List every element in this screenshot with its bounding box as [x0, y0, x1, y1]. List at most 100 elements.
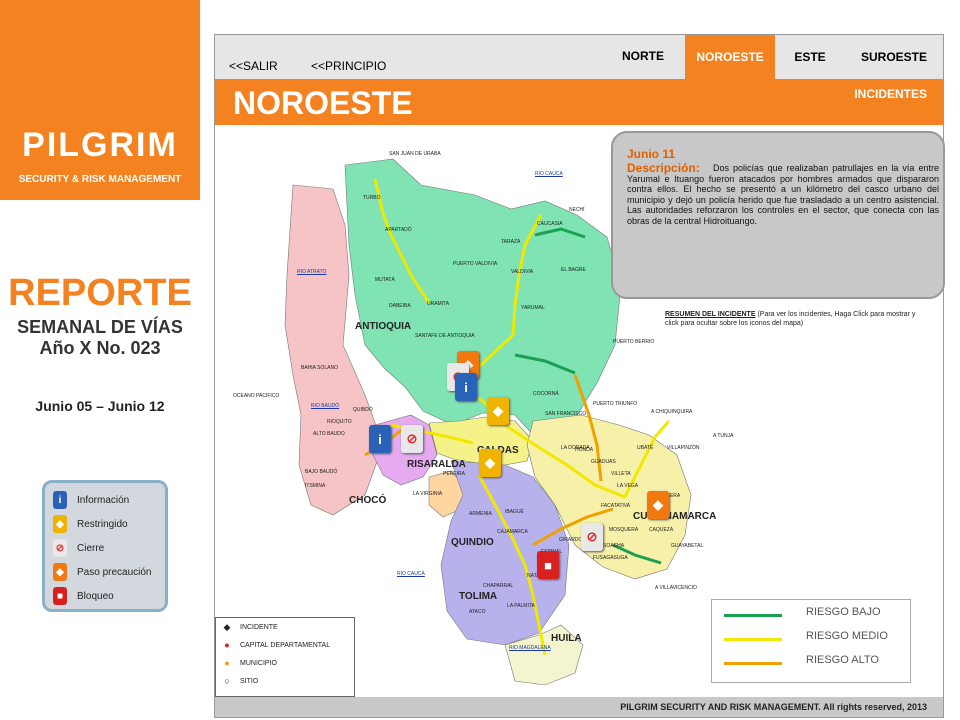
place-label: MOSQUERA: [609, 527, 639, 533]
incident-diamond-icon: ◆: [223, 622, 231, 632]
risk-label-low: RIESGO BAJO: [806, 606, 881, 618]
exit-link[interactable]: <<SALIR: [229, 59, 278, 73]
place-label: CAUCASIA: [537, 221, 563, 227]
tab-suroeste[interactable]: SUROESTE: [845, 35, 943, 79]
legend-item-block: ■ Bloqueo: [53, 585, 114, 607]
symbol-site: ○ SITIO: [222, 676, 258, 686]
closure-icon[interactable]: ⊘: [581, 523, 603, 551]
place-label: OCEANO PACIFICO: [233, 393, 280, 399]
symbol-legend: ◆ INCIDENTE ● CAPITAL DEPARTAMENTAL ● MU…: [215, 617, 355, 697]
symbol-municipality: ● MUNICIPIO: [222, 658, 277, 668]
place-label: LA PALMITA: [507, 603, 535, 609]
risk-legend: RIESGO BAJO RIESGO MEDIO RIESGO ALTO: [711, 599, 911, 683]
restricted-icon[interactable]: ◆: [487, 397, 509, 425]
closure-icon[interactable]: ⊘: [401, 425, 423, 453]
place-label: FUSAGASUGA: [593, 555, 628, 561]
place-label: A VILLAVICENCIO: [655, 585, 697, 591]
block-icon[interactable]: ■: [537, 551, 559, 579]
place-label: URAMITA: [427, 301, 450, 307]
place-label: GUAYABETAL: [671, 543, 704, 549]
place-label: RIOQUITO: [327, 419, 352, 425]
dept-label-huila: HUILA: [551, 633, 582, 644]
dept-label-tolima: TOLIMA: [459, 591, 498, 602]
brand-tagline: SECURITY & RISK MANAGEMENT: [18, 174, 182, 185]
nav-bar: <<SALIR <<PRINCIPIO NORTE NOROESTE ESTE …: [215, 35, 943, 79]
river-label[interactable]: RIO MAGDALENA: [509, 645, 551, 651]
caution-icon[interactable]: ◆: [647, 491, 669, 519]
popup-date: Junio 11: [627, 147, 676, 161]
info-icon[interactable]: i: [369, 425, 391, 453]
place-label: A CHIQUINQUIRA: [651, 409, 693, 415]
legend-label: Cierre: [77, 542, 105, 554]
place-label: EL BAGRE: [561, 267, 586, 273]
symbol-label: CAPITAL DEPARTAMENTAL: [240, 641, 331, 649]
legend-label: Bloqueo: [77, 590, 114, 602]
brand-logo-name: PILGRIM: [22, 126, 178, 164]
place-label: LA VEGA: [617, 483, 639, 489]
place-label: VILLETA: [611, 471, 631, 477]
dept-label-antioquia: ANTIOQUIA: [355, 321, 412, 332]
place-label: ATACO: [469, 609, 486, 615]
place-label: FACATATIVA: [601, 503, 631, 509]
legend-item-closure: ⊘ Cierre: [53, 537, 104, 559]
place-label: BAJO BAUDÓ: [305, 469, 338, 475]
tab-este[interactable]: ESTE: [775, 35, 845, 79]
legend-label: Paso precaución: [77, 566, 152, 578]
tab-noroeste[interactable]: NOROESTE: [685, 35, 775, 79]
report-subtitle: SEMANAL DE VÍAS: [17, 317, 183, 337]
place-label: HONDA: [575, 447, 594, 453]
incidents-link[interactable]: INCIDENTES: [854, 87, 927, 101]
incident-summary: RESUMEN DEL INCIDENTE (Para ver los inci…: [665, 310, 925, 328]
risk-line-medium: [724, 638, 782, 641]
legend-label: Información: [77, 494, 130, 506]
restricted-icon[interactable]: ◆: [479, 449, 501, 477]
place-label: DABEIBA: [389, 303, 411, 309]
tab-norte[interactable]: NORTE: [603, 35, 683, 79]
river-label[interactable]: RIO BAUDÓ: [311, 403, 339, 409]
place-label: SAN JUAN DE URABA: [389, 151, 441, 157]
dept-label-risaralda: RISARALDA: [407, 459, 466, 470]
river-label[interactable]: RIO ATRATO: [297, 269, 326, 275]
info-icon: i: [53, 491, 67, 509]
legend-item-restricted: ◆ Restringido: [53, 513, 128, 535]
place-label: SANTAFE DE ANTIOQUIA: [415, 333, 475, 339]
place-label: BAHIA SOLANO: [301, 365, 338, 371]
block-icon: ■: [53, 587, 67, 605]
info-icon[interactable]: i: [455, 373, 477, 401]
place-label: TURBO: [363, 195, 381, 201]
symbol-label: INCIDENTE: [240, 624, 278, 631]
map-area: ANTIOQUIA CHOCÓ RISARALDA CALDAS QUINDIO…: [215, 125, 945, 697]
place-label: ALTO BAUDO: [313, 431, 345, 437]
caution-icon: ◆: [53, 563, 67, 581]
risk-line-high: [724, 662, 782, 665]
place-label: VALDIVIA: [511, 269, 534, 275]
symbol-label: SITIO: [240, 677, 259, 685]
place-label: SAN FRANCISCO: [545, 411, 587, 417]
dept-antioquia-shape: [344, 158, 622, 438]
risk-label-high: RIESGO ALTO: [806, 654, 879, 666]
place-label: MUTATÁ: [375, 277, 395, 283]
home-link[interactable]: <<PRINCIPIO: [311, 59, 386, 73]
legend-label: Restringido: [77, 518, 128, 530]
popup-description-text: Dos policías que realizaban patrullajes …: [627, 163, 939, 226]
place-label: UBATÉ: [637, 445, 654, 451]
footer: PILGRIM SECURITY AND RISK MANAGEMENT. Al…: [215, 697, 943, 717]
place-label: PEREIRA: [443, 471, 465, 477]
place-label: PUERTO TRIUNFO: [593, 401, 638, 407]
icon-legend: i Información ◆ Restringido ⊘ Cierre ◆ P…: [42, 480, 168, 612]
river-label[interactable]: RIO CAUCA: [535, 171, 563, 177]
place-label: SOACHA: [603, 543, 625, 549]
place-label: ARMENIA: [469, 511, 492, 517]
legend-item-caution: ◆ Paso precaución: [53, 561, 152, 583]
risk-line-low: [724, 614, 782, 617]
place-label: QUIBDÓ: [353, 407, 373, 413]
symbol-incident: ◆ INCIDENTE: [222, 622, 278, 633]
incident-popup: Junio 11 Descripción: Dos policías que r…: [611, 131, 945, 299]
place-label: ITSMINA: [305, 483, 326, 489]
summary-title: RESUMEN DEL INCIDENTE: [665, 311, 756, 318]
symbol-label: MUNICIPIO: [240, 659, 277, 667]
dept-label-choco: CHOCÓ: [349, 495, 387, 506]
dept-label-quindio: QUINDIO: [451, 537, 494, 548]
place-label: APARTADÓ: [385, 227, 412, 233]
river-label[interactable]: RIO CAUCA: [397, 571, 425, 577]
